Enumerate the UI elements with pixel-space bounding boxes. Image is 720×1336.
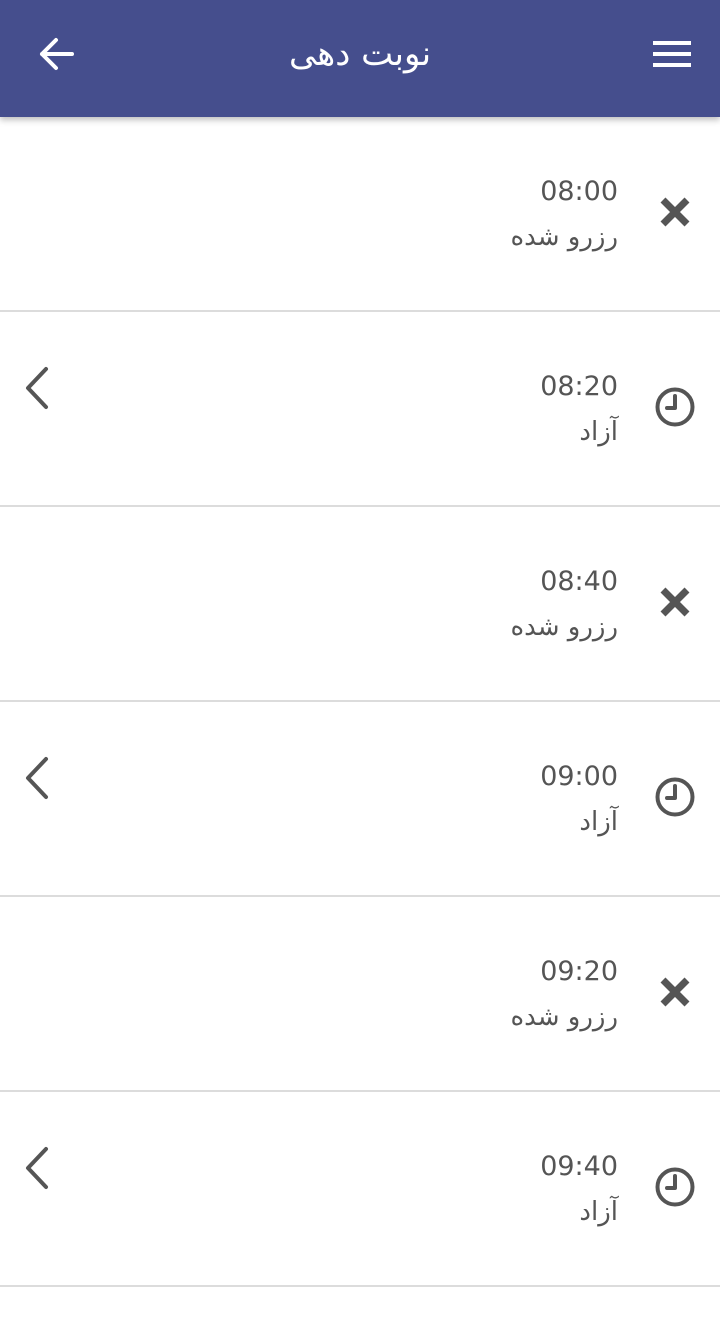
slot-time: 08:20 xyxy=(540,371,618,402)
slot-time: 09:40 xyxy=(540,1151,618,1182)
slot-time: 09:00 xyxy=(540,761,618,792)
slot-row[interactable]: 08:40 رزرو شده xyxy=(0,507,720,702)
slot-row[interactable]: 09:00 آزاد xyxy=(0,702,720,897)
slot-time: 08:00 xyxy=(540,176,618,207)
slot-row[interactable]: 08:20 آزاد xyxy=(0,312,720,507)
slot-status: آزاد xyxy=(579,1197,618,1227)
slot-time: 09:20 xyxy=(540,956,618,987)
chevron-left-icon[interactable] xyxy=(22,1146,52,1194)
menu-button[interactable] xyxy=(650,34,694,74)
slot-row[interactable]: 09:40 آزاد xyxy=(0,1092,720,1287)
close-icon xyxy=(652,969,698,1015)
slot-status: رزرو شده xyxy=(510,612,618,642)
page-title: نوبت دهی xyxy=(288,34,432,74)
clock-icon xyxy=(652,1164,698,1210)
app-bar: نوبت دهی xyxy=(0,0,720,117)
slot-status: آزاد xyxy=(579,417,618,447)
chevron-left-icon[interactable] xyxy=(22,756,52,804)
slot-status: آزاد xyxy=(579,807,618,837)
slot-row[interactable]: 09:20 رزرو شده xyxy=(0,897,720,1092)
close-icon xyxy=(652,579,698,625)
slot-list: 08:00 رزرو شده 08:20 آزاد 08:40 رزرو شده 09:00… xyxy=(0,117,720,1287)
slot-status: رزرو شده xyxy=(510,222,618,252)
close-icon xyxy=(652,189,698,235)
clock-icon xyxy=(652,774,698,820)
chevron-left-icon[interactable] xyxy=(22,366,52,414)
slot-time: 08:40 xyxy=(540,566,618,597)
hamburger-menu-icon xyxy=(653,41,691,67)
clock-icon xyxy=(652,384,698,430)
slot-row[interactable]: 08:00 رزرو شده xyxy=(0,117,720,312)
slot-status: رزرو شده xyxy=(510,1002,618,1032)
